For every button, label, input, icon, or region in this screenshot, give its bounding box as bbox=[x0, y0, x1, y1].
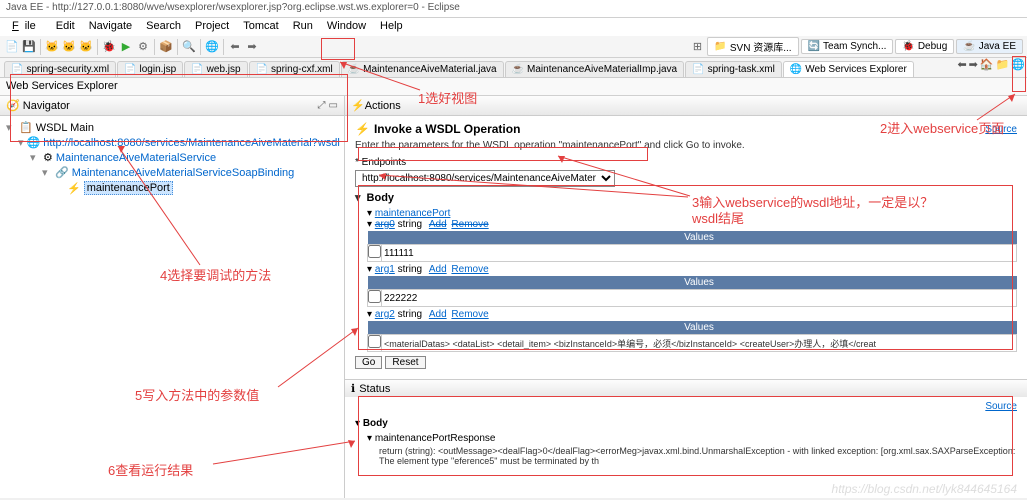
run-icon[interactable]: ▶ bbox=[118, 39, 134, 55]
tab-spring-task[interactable]: 📄spring-task.xml bbox=[685, 61, 782, 77]
tomcat-stop-icon[interactable]: 🐱 bbox=[61, 39, 77, 55]
button-row: Go Reset bbox=[355, 356, 1017, 369]
back-icon[interactable]: ⬅ bbox=[227, 39, 243, 55]
arg2-value[interactable]: <materialDatas> <dataList> <detail_item>… bbox=[382, 336, 1016, 351]
arg1-block: ▾ arg1 string Add Remove Values bbox=[367, 264, 1017, 307]
menu-help[interactable]: Help bbox=[374, 19, 409, 35]
arg1-table: Values bbox=[367, 276, 1017, 307]
save-icon[interactable]: 💾 bbox=[21, 39, 37, 55]
status-header: ℹ Status bbox=[345, 380, 1027, 397]
forward-icon[interactable]: ➡ bbox=[244, 39, 260, 55]
endpoint-select[interactable]: http://localhost:8080/services/Maintenan… bbox=[355, 170, 615, 187]
tree-binding[interactable]: ▾🔗 MaintenanceAiveMaterialServiceSoapBin… bbox=[6, 165, 338, 180]
menu-edit[interactable]: Edit bbox=[50, 19, 81, 35]
external-icon[interactable]: ⚙ bbox=[135, 39, 151, 55]
arg0-input[interactable] bbox=[382, 247, 1016, 260]
editor-tabs: 📄spring-security.xml 📄login.jsp 📄web.jsp… bbox=[0, 58, 1027, 78]
menubar: File Edit Navigate Search Project Tomcat… bbox=[0, 18, 1027, 36]
open-type-icon[interactable]: 📦 bbox=[158, 39, 174, 55]
tomcat-restart-icon[interactable]: 🐱 bbox=[78, 39, 94, 55]
response-text: return (string): <outMessage><dealFlag>0… bbox=[379, 446, 1017, 466]
view-tool-icon[interactable]: ➡ bbox=[969, 58, 978, 71]
menu-tomcat[interactable]: Tomcat bbox=[237, 19, 284, 35]
arg1-name[interactable]: arg1 bbox=[375, 264, 395, 275]
go-button[interactable]: Go bbox=[355, 356, 382, 369]
menu-search[interactable]: Search bbox=[140, 19, 187, 35]
view-header: Web Services Explorer bbox=[0, 78, 1027, 96]
arg1-checkbox[interactable] bbox=[368, 290, 381, 303]
tree-service[interactable]: ▾⚙ MaintenanceAiveMaterialService bbox=[6, 150, 338, 165]
arg0-checkbox[interactable] bbox=[368, 245, 381, 258]
endpoints-label: * Endpoints bbox=[355, 157, 1017, 168]
search-icon[interactable]: 🔍 bbox=[181, 39, 197, 55]
tab-spring-security[interactable]: 📄spring-security.xml bbox=[4, 61, 116, 77]
watermark: https://blog.csdn.net/lyk844645164 bbox=[832, 482, 1017, 496]
arg1-remove[interactable]: Remove bbox=[451, 264, 488, 275]
menu-project[interactable]: Project bbox=[189, 19, 235, 35]
arg0-remove[interactable]: Remove bbox=[451, 219, 488, 230]
menu-navigate[interactable]: Navigate bbox=[83, 19, 138, 35]
reset-button[interactable]: Reset bbox=[385, 356, 425, 369]
arg2-block: ▾ arg2 string Add Remove Values <materia… bbox=[367, 309, 1017, 352]
arg2-add[interactable]: Add bbox=[429, 309, 447, 320]
response-title: ▾ maintenancePortResponse bbox=[367, 433, 1017, 444]
navigator-tree: ▾📋 WSDL Main ▾🌐 http://localhost:8080/se… bbox=[0, 116, 344, 200]
tree-wsdl-url[interactable]: ▾🌐 http://localhost:8080/services/Mainte… bbox=[6, 135, 338, 150]
arg1-input[interactable] bbox=[382, 292, 1016, 305]
arg0-table: Values bbox=[367, 231, 1017, 262]
perspective-svn[interactable]: 📁 SVN 资源库... bbox=[707, 37, 798, 56]
perspective-debug[interactable]: 🐞 Debug bbox=[895, 39, 954, 54]
arg2-checkbox[interactable] bbox=[368, 335, 381, 348]
tab-ws-explorer[interactable]: 🌐Web Services Explorer bbox=[783, 61, 914, 77]
arg2-name[interactable]: arg2 bbox=[375, 309, 395, 320]
collapse-icon[interactable]: ▭ bbox=[329, 100, 338, 111]
main-toolbar: 📄 💾 🐱 🐱 🐱 🐞 ▶ ⚙ 📦 🔍 🌐 ⬅ ➡ ⊞ 📁 SVN 资源库...… bbox=[0, 36, 1027, 58]
view-tool-icon[interactable]: 🌐 bbox=[1011, 58, 1025, 71]
menu-file[interactable]: File bbox=[6, 19, 48, 35]
view-toolbar: ⬅ ➡ 🏠 📁 🌐 bbox=[957, 58, 1025, 71]
arg0-add[interactable]: Add bbox=[429, 219, 447, 230]
new-icon[interactable]: 📄 bbox=[4, 39, 20, 55]
tab-login[interactable]: 📄login.jsp bbox=[117, 61, 183, 77]
status-pane: ℹ Status Source ▾ Body ▾ maintenancePort… bbox=[345, 379, 1027, 470]
arg0-name[interactable]: arg0 bbox=[375, 219, 395, 230]
arg1-add[interactable]: Add bbox=[429, 264, 447, 275]
arg2-remove[interactable]: Remove bbox=[451, 309, 488, 320]
tab-maint-java[interactable]: ☕MaintenanceAiveMaterial.java bbox=[341, 61, 504, 77]
debug-icon[interactable]: 🐞 bbox=[101, 39, 117, 55]
expand-icon[interactable]: ⤢ bbox=[318, 100, 326, 111]
tab-spring-cxf[interactable]: 📄spring-cxf.xml bbox=[249, 61, 340, 77]
source-link[interactable]: Source bbox=[985, 124, 1017, 135]
body-header: ▾Body bbox=[355, 191, 1017, 204]
actions-header: ⚡ Actions bbox=[345, 96, 1027, 116]
perspective-team[interactable]: 🔄 Team Synch... bbox=[801, 39, 894, 54]
open-perspective-icon[interactable]: ⊞ bbox=[689, 39, 705, 55]
arg2-table: Values <materialDatas> <dataList> <detai… bbox=[367, 321, 1017, 352]
view-tool-icon[interactable]: ⬅ bbox=[957, 58, 966, 71]
form-description: Enter the parameters for the WSDL operat… bbox=[355, 140, 1017, 151]
window-titlebar: Java EE - http://127.0.0.1:8080/wve/wsex… bbox=[0, 0, 1027, 18]
tab-web[interactable]: 📄web.jsp bbox=[184, 61, 247, 77]
view-tool-icon[interactable]: 📁 bbox=[996, 58, 1010, 71]
tab-maint-imp[interactable]: ☕MaintenanceAiveMaterialImp.java bbox=[505, 61, 685, 77]
perspective-javaee[interactable]: ☕ Java EE bbox=[956, 39, 1023, 54]
view-tool-icon[interactable]: 🏠 bbox=[980, 58, 994, 71]
tree-operation[interactable]: ⚡ maintenancePort bbox=[6, 180, 338, 196]
navigator-header: 🧭 Navigator ⤢▭ bbox=[0, 96, 344, 116]
actions-pane: ⚡ Actions ⚡ Invoke a WSDL Operation Sour… bbox=[345, 96, 1027, 498]
tomcat-start-icon[interactable]: 🐱 bbox=[44, 39, 60, 55]
perspective-switcher: ⊞ 📁 SVN 资源库... 🔄 Team Synch... 🐞 Debug ☕… bbox=[689, 37, 1023, 56]
tree-root[interactable]: ▾📋 WSDL Main bbox=[6, 120, 338, 135]
wsexplorer-icon[interactable]: 🌐 bbox=[204, 39, 220, 55]
menu-window[interactable]: Window bbox=[321, 19, 372, 35]
navigator-pane: 🧭 Navigator ⤢▭ ▾📋 WSDL Main ▾🌐 http://lo… bbox=[0, 96, 345, 498]
menu-run[interactable]: Run bbox=[287, 19, 319, 35]
status-source-link[interactable]: Source bbox=[985, 401, 1017, 412]
form-title: ⚡ Invoke a WSDL Operation bbox=[355, 122, 520, 136]
arg0-block: ▾ arg0 string Add Remove Values bbox=[367, 219, 1017, 262]
operation-link[interactable]: maintenancePort bbox=[375, 208, 451, 219]
